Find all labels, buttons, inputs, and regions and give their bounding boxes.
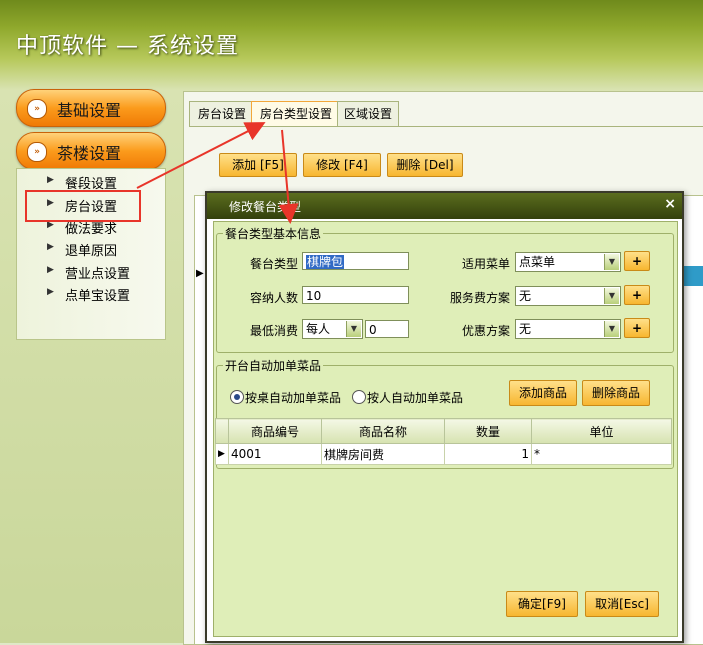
nav-item-business-point[interactable]: ▶ 营业点设置	[17, 261, 165, 282]
radio-by-person[interactable]	[352, 390, 366, 404]
nav-item-return-reasons[interactable]: ▶ 退单原因	[17, 238, 165, 259]
nav-section-label: 基础设置	[57, 101, 122, 120]
table-type-label: 餐台类型	[250, 257, 299, 271]
annotation-highlight-box	[25, 190, 141, 222]
dialog-title-bar[interactable]: 修改餐台类型 ×	[207, 193, 682, 219]
app-title: 中顶软件 — 系统设置	[16, 34, 239, 59]
radio-by-person-label: 按人自动加单菜品	[367, 391, 464, 405]
nav-item-label: 营业点设置	[65, 267, 131, 282]
chevron-down-icon: ▼	[604, 254, 619, 270]
chevron-down-icon: ▼	[604, 288, 619, 304]
table-type-value: 棋牌包	[306, 255, 345, 269]
menu-label: 适用菜单	[462, 257, 511, 271]
service-fee-value: 无	[519, 289, 532, 303]
item-unit-cell[interactable]: *	[531, 443, 672, 465]
tab-table-type-settings[interactable]: 房台类型设置	[251, 101, 341, 126]
add-item-button[interactable]: 添加商品	[509, 380, 577, 406]
radio-by-table[interactable]	[230, 390, 244, 404]
ok-button[interactable]: 确定[F9]	[506, 591, 578, 617]
tab-area-settings[interactable]: 区域设置	[337, 101, 399, 126]
close-icon[interactable]: ×	[664, 196, 676, 212]
column-header[interactable]: 单位	[531, 418, 672, 444]
edit-button[interactable]: 修改 [F4]	[303, 153, 381, 177]
arrow-right-icon: ▶	[47, 242, 54, 252]
service-fee-label: 服务费方案	[450, 291, 511, 305]
add-discount-button[interactable]: +	[624, 318, 650, 338]
delete-item-button[interactable]: 删除商品	[582, 380, 650, 406]
expand-icon: »	[27, 99, 47, 119]
menu-value: 点菜单	[519, 255, 556, 269]
item-code-cell[interactable]: 4001	[228, 443, 322, 465]
nav-section-basic[interactable]: » 基础设置	[16, 89, 166, 127]
min-spend-mode-value: 每人	[306, 322, 331, 336]
add-service-fee-button[interactable]: +	[624, 285, 650, 305]
column-header[interactable]: 数量	[444, 418, 532, 444]
row-pointer-icon: ▶	[196, 268, 204, 279]
capacity-input[interactable]: 10	[302, 286, 409, 304]
min-spend-label: 最低消费	[250, 324, 299, 338]
chevron-down-icon: ▼	[604, 321, 619, 337]
table-type-input[interactable]: 棋牌包	[302, 252, 409, 270]
arrow-right-icon: ▶	[47, 265, 54, 275]
nav-item-label: 退单原因	[65, 244, 118, 259]
group-title: 餐台类型基本信息	[223, 225, 324, 242]
item-name-cell[interactable]: 棋牌房间费	[321, 443, 445, 465]
dialog-title: 修改餐台类型	[229, 200, 302, 214]
nav-item-order-device[interactable]: ▶ 点单宝设置	[17, 283, 165, 304]
min-spend-mode-select[interactable]: 每人 ▼	[302, 319, 363, 339]
radio-by-table-label: 按桌自动加单菜品	[245, 391, 342, 405]
nav-item-label: 点单宝设置	[65, 289, 131, 304]
nav-section-label: 茶楼设置	[57, 144, 122, 163]
nav-item-meal-period[interactable]: ▶ 餐段设置	[17, 171, 165, 192]
item-qty-cell[interactable]: 1	[444, 443, 532, 465]
add-button[interactable]: 添加 [F5]	[219, 153, 297, 177]
capacity-label: 容纳人数	[250, 291, 299, 305]
discount-label: 优惠方案	[462, 324, 511, 338]
row-indicator-header	[215, 418, 229, 444]
delete-button[interactable]: 删除 [Del]	[387, 153, 463, 177]
service-fee-select[interactable]: 无 ▼	[515, 286, 621, 306]
chevron-down-icon: ▼	[346, 321, 361, 337]
nav-section-teahouse[interactable]: » 茶楼设置	[16, 132, 166, 170]
expand-icon: »	[27, 142, 47, 162]
table-row[interactable]: ▶ 4001 棋牌房间费 1 *	[215, 443, 672, 465]
arrow-right-icon: ▶	[47, 287, 54, 297]
column-header[interactable]: 商品编号	[228, 418, 322, 444]
add-menu-button[interactable]: +	[624, 251, 650, 271]
row-pointer-icon: ▶	[215, 443, 229, 465]
discount-select[interactable]: 无 ▼	[515, 319, 621, 339]
menu-select[interactable]: 点菜单 ▼	[515, 252, 621, 272]
min-spend-input[interactable]: 0	[365, 320, 409, 338]
tab-divider	[189, 126, 703, 127]
arrow-right-icon: ▶	[47, 175, 54, 185]
group-title: 开台自动加单菜品	[223, 357, 324, 374]
column-header[interactable]: 商品名称	[321, 418, 445, 444]
auto-items-table: 商品编号 商品名称 数量 单位 ▶ 4001 棋牌房间费 1 *	[215, 418, 672, 465]
cancel-button[interactable]: 取消[Esc]	[585, 591, 659, 617]
tab-table-settings[interactable]: 房台设置	[189, 101, 255, 126]
discount-value: 无	[519, 322, 532, 336]
